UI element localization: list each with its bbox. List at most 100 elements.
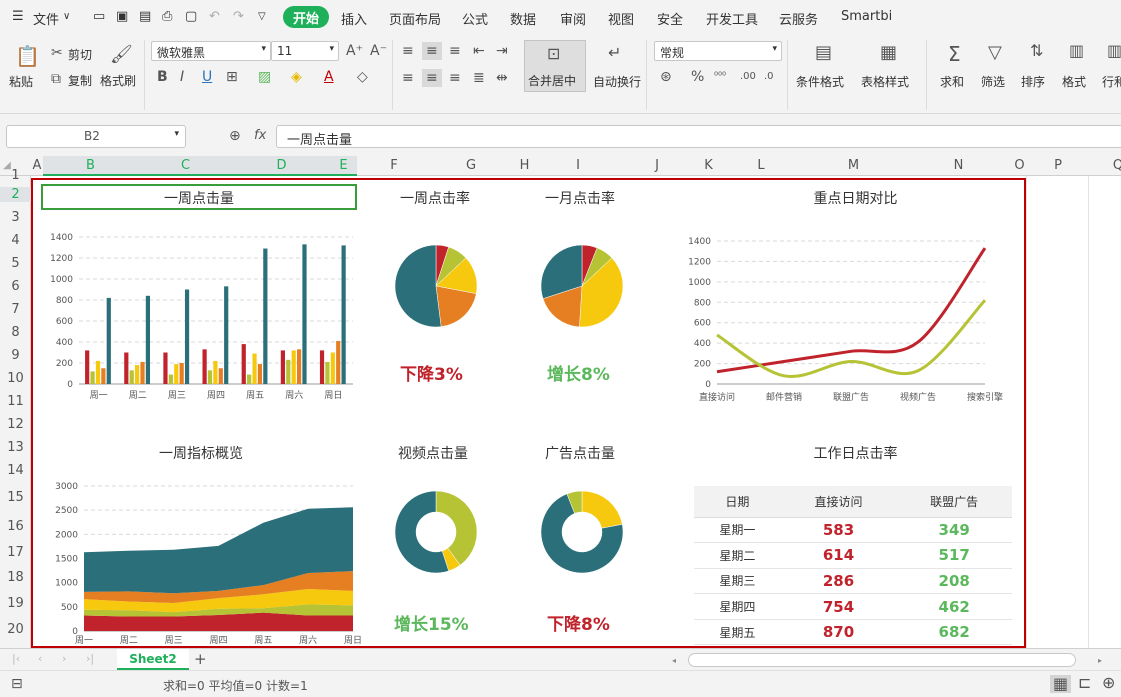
- scroll-right-icon[interactable]: ▸: [1098, 654, 1102, 668]
- font-name-select[interactable]: 微软雅黑 ▾: [151, 41, 271, 61]
- page-layout-icon[interactable]: ⊏: [1078, 675, 1091, 691]
- align-center-icon[interactable]: ≡: [422, 69, 442, 87]
- increase-font-icon[interactable]: A⁺: [346, 44, 363, 58]
- first-sheet-icon[interactable]: |‹: [12, 652, 20, 666]
- decrease-font-icon[interactable]: A⁻: [370, 44, 387, 58]
- column-header-l[interactable]: L: [721, 158, 801, 173]
- row-header[interactable]: 5: [0, 256, 31, 271]
- italic-icon[interactable]: I: [180, 70, 184, 84]
- tab-smartbi[interactable]: Smartbi: [841, 9, 892, 24]
- print-icon[interactable]: ⎙: [162, 9, 172, 24]
- column-header-n[interactable]: N: [906, 158, 1011, 173]
- row-header[interactable]: 12: [0, 417, 31, 432]
- tab-security[interactable]: 安全: [657, 9, 683, 28]
- row-header[interactable]: 11: [0, 394, 31, 409]
- clear-format-icon[interactable]: ◇: [357, 70, 368, 84]
- folder-icon[interactable]: ▭: [93, 9, 105, 24]
- print-preview-icon[interactable]: ▢: [185, 9, 197, 24]
- row-header[interactable]: 19: [0, 596, 31, 611]
- distributed-icon[interactable]: ⇹: [496, 71, 508, 85]
- page-break-icon[interactable]: ⊕: [1102, 675, 1115, 691]
- sort-button[interactable]: 排序: [1021, 73, 1045, 90]
- column-header-h[interactable]: H: [511, 158, 538, 173]
- justify-icon[interactable]: ≣: [473, 71, 485, 85]
- tab-view[interactable]: 视图: [608, 9, 634, 28]
- tab-review[interactable]: 审阅: [560, 9, 586, 28]
- scroll-left-icon[interactable]: ◂: [672, 654, 676, 668]
- fill-color-icon[interactable]: ◈: [291, 70, 302, 84]
- border-icon[interactable]: ⊞: [226, 70, 238, 84]
- save-icon[interactable]: ▣: [116, 9, 128, 24]
- row-header[interactable]: 9: [0, 348, 31, 363]
- row-header[interactable]: 2: [0, 187, 31, 202]
- align-top-icon[interactable]: ≡: [402, 44, 414, 58]
- wrap-text-icon[interactable]: ↵: [608, 45, 621, 61]
- row-header[interactable]: 15: [0, 490, 31, 505]
- column-header-k[interactable]: K: [696, 158, 721, 173]
- tab-page-layout[interactable]: 页面布局: [389, 9, 441, 28]
- comma-icon[interactable]: ⁰⁰⁰: [714, 70, 726, 84]
- row-header[interactable]: 14: [0, 463, 31, 478]
- format-button[interactable]: 格式: [1062, 73, 1086, 90]
- menu-file[interactable]: 文件: [33, 9, 59, 28]
- filter-button[interactable]: 筛选: [981, 73, 1005, 90]
- row-header[interactable]: 13: [0, 440, 31, 455]
- paste-icon[interactable]: 📋: [15, 46, 40, 66]
- tab-data[interactable]: 数据: [510, 9, 536, 28]
- merge-center-button[interactable]: ⊡ 合并居中: [524, 40, 586, 92]
- redo-icon[interactable]: ↷: [233, 9, 244, 24]
- macro-icon[interactable]: ⊟: [11, 677, 23, 691]
- tab-developer[interactable]: 开发工具: [706, 9, 758, 28]
- align-bottom-icon[interactable]: ≡: [449, 44, 461, 58]
- column-header-q[interactable]: Q: [1088, 158, 1121, 173]
- column-header-e[interactable]: E: [330, 156, 357, 176]
- column-header-o[interactable]: O: [1011, 158, 1028, 173]
- row-header[interactable]: 17: [0, 545, 31, 560]
- column-header-c[interactable]: C: [138, 156, 233, 176]
- column-header-i[interactable]: I: [538, 158, 618, 173]
- paste-button[interactable]: 粘贴: [9, 73, 33, 90]
- row-header[interactable]: 10: [0, 371, 31, 386]
- sheet-tab[interactable]: Sheet2: [117, 649, 189, 670]
- name-box[interactable]: B2 ▾: [6, 125, 186, 148]
- fill-pattern-icon[interactable]: ▨: [258, 70, 271, 84]
- row-header[interactable]: 8: [0, 325, 31, 340]
- chevron-down-icon[interactable]: ∨: [63, 11, 70, 22]
- quick-access-dropdown-icon[interactable]: ▽: [258, 11, 266, 22]
- sum-icon[interactable]: Σ: [948, 44, 961, 64]
- column-header-a[interactable]: A: [31, 158, 43, 173]
- sort-icon[interactable]: ⇅: [1030, 43, 1043, 59]
- column-header-m[interactable]: M: [801, 158, 906, 173]
- column-header-p[interactable]: P: [1028, 158, 1088, 173]
- row-col-icon[interactable]: ▥: [1107, 43, 1121, 59]
- underline-icon[interactable]: U: [202, 70, 212, 84]
- column-header-b[interactable]: B: [43, 156, 138, 176]
- align-left-icon[interactable]: ≡: [402, 71, 414, 85]
- undo-icon[interactable]: ↶: [209, 9, 220, 24]
- zoom-icon[interactable]: ⊕: [229, 129, 241, 143]
- align-right-icon[interactable]: ≡: [449, 71, 461, 85]
- row-header[interactable]: 4: [0, 233, 31, 248]
- currency-icon[interactable]: ⊛: [660, 70, 672, 84]
- tab-home[interactable]: 开始: [283, 6, 330, 28]
- format-painter-button[interactable]: 格式刷: [100, 72, 136, 89]
- indent-decrease-icon[interactable]: ⇤: [473, 44, 485, 58]
- formula-input[interactable]: 一周点击量: [276, 125, 1121, 148]
- column-header-f[interactable]: F: [357, 158, 431, 173]
- font-size-select[interactable]: 11 ▾: [271, 41, 339, 61]
- row-header[interactable]: 6: [0, 279, 31, 294]
- column-header-j[interactable]: J: [618, 158, 696, 173]
- table-style-button[interactable]: 表格样式: [861, 73, 909, 90]
- wrap-text-button[interactable]: 自动换行: [593, 73, 641, 90]
- percent-icon[interactable]: %: [691, 70, 704, 84]
- row-header[interactable]: 3: [0, 210, 31, 225]
- hamburger-icon[interactable]: ☰: [12, 9, 24, 24]
- row-header[interactable]: 1: [0, 168, 31, 183]
- normal-view-icon[interactable]: ▦: [1050, 675, 1072, 693]
- conditional-format-button[interactable]: 条件格式: [796, 73, 844, 90]
- tab-cloud[interactable]: 云服务: [779, 9, 818, 28]
- number-format-select[interactable]: 常规 ▾: [654, 41, 782, 61]
- prev-sheet-icon[interactable]: ‹: [38, 652, 42, 666]
- copy-icon[interactable]: ⧉: [51, 72, 61, 86]
- table-style-icon[interactable]: ▦: [880, 44, 897, 62]
